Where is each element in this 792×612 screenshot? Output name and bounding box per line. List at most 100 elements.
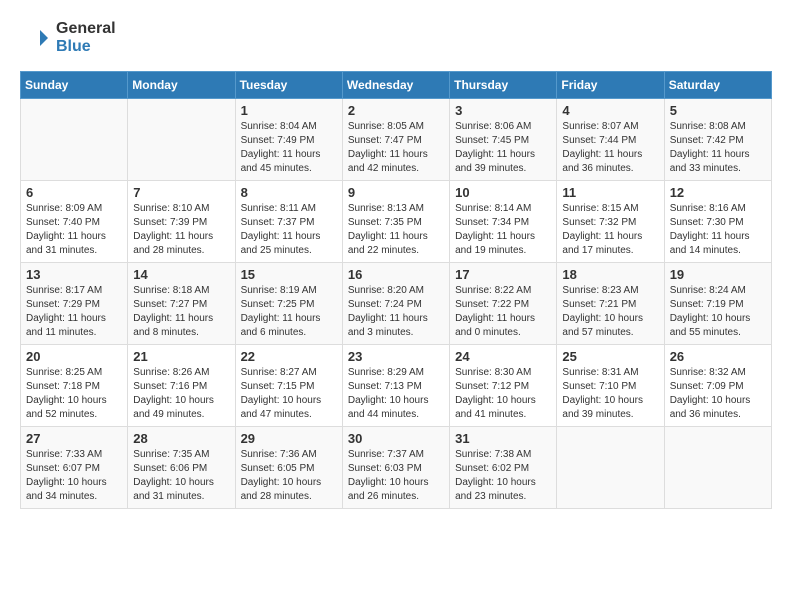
calendar-week-row: 27Sunrise: 7:33 AM Sunset: 6:07 PM Dayli… bbox=[21, 427, 772, 509]
calendar-day-cell: 16 Sunrise: 8:20 AM Sunset: 7:24 PM Dayli… bbox=[342, 263, 449, 345]
day-number: 6 bbox=[26, 185, 122, 200]
calendar-day-cell: 23 Sunrise: 8:29 AM Sunset: 7:13 PM Dayli… bbox=[342, 345, 449, 427]
day-info: Sunrise: 8:10 AM Sunset: 7:39 PM Dayligh… bbox=[133, 202, 229, 258]
calendar-day-cell: 1 Sunrise: 8:04 AM Sunset: 7:49 PM Daylig… bbox=[235, 99, 342, 181]
day-number: 2 bbox=[348, 103, 444, 118]
day-info: Sunrise: 8:25 AM Sunset: 7:18 PM Dayligh… bbox=[26, 366, 122, 422]
calendar-day-cell: 31 Sunrise: 7:38 AM Sunset: 6:02 PM Dayli… bbox=[450, 427, 557, 509]
day-number: 20 bbox=[26, 349, 122, 364]
day-info: Sunrise: 7:33 AM Sunset: 6:07 PM Dayligh… bbox=[26, 448, 122, 504]
day-number: 30 bbox=[348, 431, 444, 446]
day-number: 14 bbox=[133, 267, 229, 282]
calendar-day-cell: 2 Sunrise: 8:05 AM Sunset: 7:47 PM Daylig… bbox=[342, 99, 449, 181]
day-info: Sunrise: 8:13 AM Sunset: 7:35 PM Dayligh… bbox=[348, 202, 444, 258]
day-number: 31 bbox=[455, 431, 551, 446]
day-number: 16 bbox=[348, 267, 444, 282]
day-number: 24 bbox=[455, 349, 551, 364]
day-info: Sunrise: 8:32 AM Sunset: 7:09 PM Dayligh… bbox=[670, 366, 766, 422]
day-number: 9 bbox=[348, 185, 444, 200]
day-number: 23 bbox=[348, 349, 444, 364]
calendar-week-row: 20 Sunrise: 8:25 AM Sunset: 7:18 PM Dayli… bbox=[21, 345, 772, 427]
calendar-weekday-header: Tuesday bbox=[235, 72, 342, 99]
calendar-day-cell: 13 Sunrise: 8:17 AM Sunset: 7:29 PM Dayli… bbox=[21, 263, 128, 345]
calendar-day-cell: 22Sunrise: 8:27 AM Sunset: 7:15 PM Dayli… bbox=[235, 345, 342, 427]
day-number: 26 bbox=[670, 349, 766, 364]
calendar-day-cell: 11 Sunrise: 8:15 AM Sunset: 7:32 PM Dayli… bbox=[557, 181, 664, 263]
day-info: Sunrise: 8:11 AM Sunset: 7:37 PM Dayligh… bbox=[241, 202, 337, 258]
day-info: Sunrise: 7:36 AM Sunset: 6:05 PM Dayligh… bbox=[241, 448, 337, 504]
day-number: 22 bbox=[241, 349, 337, 364]
calendar-day-cell: 5 Sunrise: 8:08 AM Sunset: 7:42 PM Daylig… bbox=[664, 99, 771, 181]
day-info: Sunrise: 7:37 AM Sunset: 6:03 PM Dayligh… bbox=[348, 448, 444, 504]
day-info: Sunrise: 8:30 AM Sunset: 7:12 PM Dayligh… bbox=[455, 366, 551, 422]
calendar-day-cell: 6 Sunrise: 8:09 AM Sunset: 7:40 PM Daylig… bbox=[21, 181, 128, 263]
day-info: Sunrise: 8:17 AM Sunset: 7:29 PM Dayligh… bbox=[26, 284, 122, 340]
day-info: Sunrise: 8:26 AM Sunset: 7:16 PM Dayligh… bbox=[133, 366, 229, 422]
day-number: 4 bbox=[562, 103, 658, 118]
calendar-day-cell bbox=[21, 99, 128, 181]
day-info: Sunrise: 7:35 AM Sunset: 6:06 PM Dayligh… bbox=[133, 448, 229, 504]
day-number: 19 bbox=[670, 267, 766, 282]
day-number: 25 bbox=[562, 349, 658, 364]
calendar-day-cell: 3 Sunrise: 8:06 AM Sunset: 7:45 PM Daylig… bbox=[450, 99, 557, 181]
day-info: Sunrise: 8:18 AM Sunset: 7:27 PM Dayligh… bbox=[133, 284, 229, 340]
day-info: Sunrise: 8:14 AM Sunset: 7:34 PM Dayligh… bbox=[455, 202, 551, 258]
day-number: 7 bbox=[133, 185, 229, 200]
day-info: Sunrise: 8:20 AM Sunset: 7:24 PM Dayligh… bbox=[348, 284, 444, 340]
calendar-day-cell: 4 Sunrise: 8:07 AM Sunset: 7:44 PM Daylig… bbox=[557, 99, 664, 181]
day-info: Sunrise: 8:24 AM Sunset: 7:19 PM Dayligh… bbox=[670, 284, 766, 340]
calendar-weekday-header: Saturday bbox=[664, 72, 771, 99]
calendar-week-row: 13 Sunrise: 8:17 AM Sunset: 7:29 PM Dayli… bbox=[21, 263, 772, 345]
day-number: 15 bbox=[241, 267, 337, 282]
calendar-day-cell: 27Sunrise: 7:33 AM Sunset: 6:07 PM Dayli… bbox=[21, 427, 128, 509]
day-info: Sunrise: 8:09 AM Sunset: 7:40 PM Dayligh… bbox=[26, 202, 122, 258]
calendar-day-cell: 19 Sunrise: 8:24 AM Sunset: 7:19 PM Dayli… bbox=[664, 263, 771, 345]
calendar-day-cell: 17Sunrise: 8:22 AM Sunset: 7:22 PM Dayli… bbox=[450, 263, 557, 345]
calendar-day-cell: 21Sunrise: 8:26 AM Sunset: 7:16 PM Dayli… bbox=[128, 345, 235, 427]
day-info: Sunrise: 8:31 AM Sunset: 7:10 PM Dayligh… bbox=[562, 366, 658, 422]
day-number: 5 bbox=[670, 103, 766, 118]
logo: General Blue bbox=[20, 20, 116, 55]
calendar-day-cell: 10Sunrise: 8:14 AM Sunset: 7:34 PM Dayli… bbox=[450, 181, 557, 263]
calendar-day-cell: 30 Sunrise: 7:37 AM Sunset: 6:03 PM Dayli… bbox=[342, 427, 449, 509]
calendar-day-cell: 29 Sunrise: 7:36 AM Sunset: 6:05 PM Dayli… bbox=[235, 427, 342, 509]
day-number: 1 bbox=[241, 103, 337, 118]
calendar-day-cell: 24 Sunrise: 8:30 AM Sunset: 7:12 PM Dayli… bbox=[450, 345, 557, 427]
calendar-day-cell bbox=[664, 427, 771, 509]
calendar-weekday-header: Friday bbox=[557, 72, 664, 99]
calendar-day-cell: 25 Sunrise: 8:31 AM Sunset: 7:10 PM Dayli… bbox=[557, 345, 664, 427]
day-number: 29 bbox=[241, 431, 337, 446]
day-info: Sunrise: 8:04 AM Sunset: 7:49 PM Dayligh… bbox=[241, 120, 337, 176]
day-number: 3 bbox=[455, 103, 551, 118]
day-number: 28 bbox=[133, 431, 229, 446]
day-info: Sunrise: 8:15 AM Sunset: 7:32 PM Dayligh… bbox=[562, 202, 658, 258]
day-number: 8 bbox=[241, 185, 337, 200]
day-info: Sunrise: 8:29 AM Sunset: 7:13 PM Dayligh… bbox=[348, 366, 444, 422]
day-info: Sunrise: 8:19 AM Sunset: 7:25 PM Dayligh… bbox=[241, 284, 337, 340]
logo-text: General Blue bbox=[56, 20, 116, 55]
calendar-day-cell: 28 Sunrise: 7:35 AM Sunset: 6:06 PM Dayli… bbox=[128, 427, 235, 509]
day-info: Sunrise: 8:08 AM Sunset: 7:42 PM Dayligh… bbox=[670, 120, 766, 176]
logo-svg bbox=[20, 22, 52, 54]
calendar-day-cell: 9 Sunrise: 8:13 AM Sunset: 7:35 PM Daylig… bbox=[342, 181, 449, 263]
calendar-weekday-header: Sunday bbox=[21, 72, 128, 99]
day-number: 12 bbox=[670, 185, 766, 200]
calendar-week-row: 1 Sunrise: 8:04 AM Sunset: 7:49 PM Daylig… bbox=[21, 99, 772, 181]
day-info: Sunrise: 8:05 AM Sunset: 7:47 PM Dayligh… bbox=[348, 120, 444, 176]
calendar-day-cell: 20 Sunrise: 8:25 AM Sunset: 7:18 PM Dayli… bbox=[21, 345, 128, 427]
calendar-day-cell: 15 Sunrise: 8:19 AM Sunset: 7:25 PM Dayli… bbox=[235, 263, 342, 345]
calendar-day-cell: 14 Sunrise: 8:18 AM Sunset: 7:27 PM Dayli… bbox=[128, 263, 235, 345]
calendar-day-cell: 26 Sunrise: 8:32 AM Sunset: 7:09 PM Dayli… bbox=[664, 345, 771, 427]
day-info: Sunrise: 8:23 AM Sunset: 7:21 PM Dayligh… bbox=[562, 284, 658, 340]
calendar-day-cell: 12Sunrise: 8:16 AM Sunset: 7:30 PM Dayli… bbox=[664, 181, 771, 263]
day-number: 11 bbox=[562, 185, 658, 200]
day-info: Sunrise: 8:06 AM Sunset: 7:45 PM Dayligh… bbox=[455, 120, 551, 176]
calendar-header-row: SundayMondayTuesdayWednesdayThursdayFrid… bbox=[21, 72, 772, 99]
day-number: 13 bbox=[26, 267, 122, 282]
calendar-day-cell bbox=[557, 427, 664, 509]
calendar-weekday-header: Monday bbox=[128, 72, 235, 99]
calendar-day-cell: 8 Sunrise: 8:11 AM Sunset: 7:37 PM Daylig… bbox=[235, 181, 342, 263]
calendar-day-cell: 7 Sunrise: 8:10 AM Sunset: 7:39 PM Daylig… bbox=[128, 181, 235, 263]
day-info: Sunrise: 7:38 AM Sunset: 6:02 PM Dayligh… bbox=[455, 448, 551, 504]
day-info: Sunrise: 8:07 AM Sunset: 7:44 PM Dayligh… bbox=[562, 120, 658, 176]
